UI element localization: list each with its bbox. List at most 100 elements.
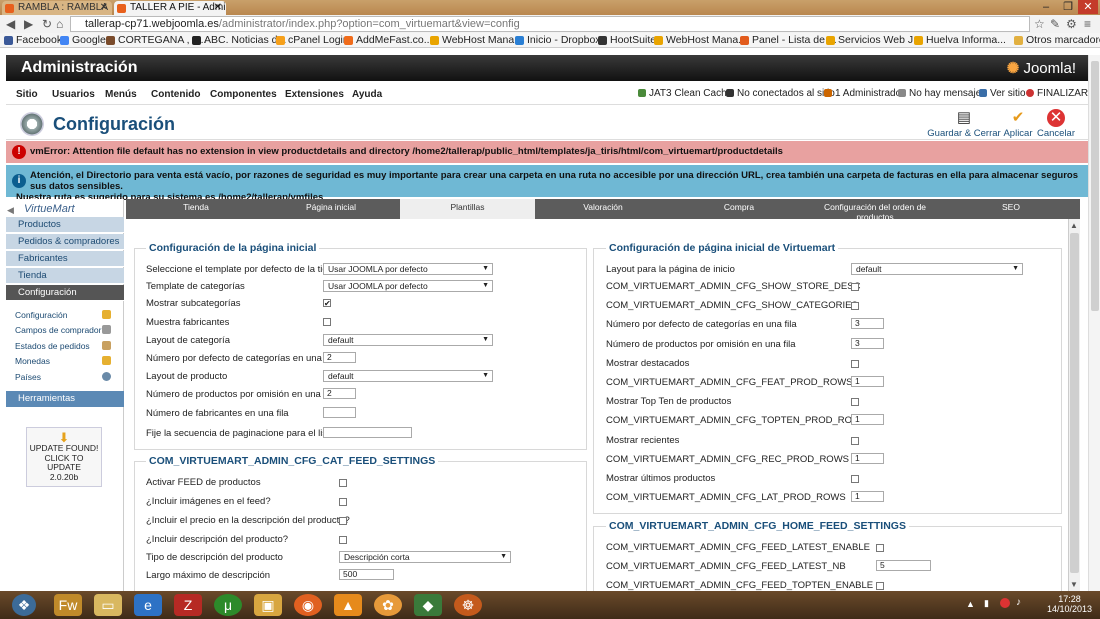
vlc-icon[interactable]: ▲ — [334, 594, 362, 616]
bookmark[interactable]: WebHost Mana... — [430, 34, 523, 47]
collapse-icon[interactable]: ◀ — [7, 205, 14, 216]
messages-link[interactable]: No hay mensajes — [898, 88, 986, 99]
extension-icon[interactable]: ✎ — [1050, 17, 1060, 31]
show-latest-checkbox[interactable] — [851, 475, 859, 483]
fw-app-icon[interactable]: Fw — [54, 594, 82, 616]
app-icon[interactable]: ☸ — [454, 594, 482, 616]
categories-per-row-input[interactable]: 2 — [323, 352, 356, 363]
feed-latest-enable-checkbox[interactable] — [876, 544, 884, 552]
start-button-icon[interactable]: ❖ — [12, 594, 36, 616]
store-template-select[interactable]: Usar JOOMLA por defecto ▼ — [323, 263, 493, 275]
firefox-icon[interactable]: ◉ — [294, 594, 322, 616]
menu-contenido[interactable]: Contenido — [151, 89, 200, 100]
sidebar-item-productos[interactable]: Productos — [6, 217, 124, 233]
clean-cache-link[interactable]: JAT3 Clean Cache — [638, 88, 732, 99]
tab-orden-productos[interactable]: Configuración del orden de productos — [807, 199, 943, 222]
manufacturers-per-row-input[interactable] — [323, 407, 356, 418]
pagination-sequence-input[interactable] — [323, 427, 412, 438]
photo-app-icon[interactable]: ▣ — [254, 594, 282, 616]
sidebar-sub-campos[interactable]: Campos de comprador — [15, 325, 111, 335]
home-categories-per-row-input[interactable]: 3 — [851, 318, 884, 329]
utorrent-icon[interactable]: μ — [214, 594, 242, 616]
update-badge[interactable]: ⬇ UPDATE FOUND! CLICK TO UPDATE 2.0.20b — [26, 427, 102, 487]
minimize-icon[interactable]: – — [1036, 0, 1056, 14]
menu-ayuda[interactable]: Ayuda — [352, 89, 382, 100]
content-scrollbar[interactable]: ▲ ▼ — [1068, 219, 1080, 591]
view-site-link[interactable]: Ver sitio — [979, 88, 1026, 99]
close-window-icon[interactable]: ✕ — [1078, 0, 1098, 14]
close-tab-icon[interactable]: ✕ — [214, 1, 222, 14]
latest-rows-input[interactable]: 1 — [851, 491, 884, 502]
tab-tienda[interactable]: Tienda — [126, 199, 266, 219]
restore-icon[interactable]: ❐ — [1058, 0, 1078, 14]
tab-seo[interactable]: SEO — [943, 199, 1079, 219]
sidebar-sub-configuracion[interactable]: Configuración — [15, 310, 111, 320]
bookmark[interactable]: Servicios Web J... — [826, 34, 922, 47]
bookmark-folder[interactable]: Otros marcadores — [1014, 34, 1100, 47]
logout-link[interactable]: FINALIZAR — [1026, 88, 1088, 99]
bookmark[interactable]: WebHost Mana... — [654, 34, 747, 47]
url-field[interactable]: tallerap-cp71.webjoomla.es/administrator… — [70, 16, 1030, 32]
show-featured-checkbox[interactable] — [851, 360, 859, 368]
bookmark[interactable]: Facebook — [4, 34, 62, 47]
reload-icon[interactable]: ↻ — [42, 17, 52, 31]
topten-rows-input[interactable]: 1 — [851, 414, 884, 425]
feed-latest-nb-input[interactable]: 5 — [876, 560, 931, 571]
product-layout-select[interactable]: default ▼ — [323, 370, 493, 382]
forward-icon[interactable]: ▶ — [24, 17, 33, 31]
menu-icon[interactable]: ≡ — [1084, 17, 1091, 31]
featured-rows-input[interactable]: 1 — [851, 376, 884, 387]
close-tab-icon[interactable]: ✕ — [100, 1, 108, 14]
menu-menus[interactable]: Menús — [105, 89, 137, 100]
feed-price-checkbox[interactable] — [339, 517, 347, 525]
save-close-button[interactable]: ▤ Guardar & Cerrar — [926, 109, 1002, 139]
bookmark[interactable]: ABC. Noticias d... — [192, 34, 286, 47]
scroll-up-icon[interactable]: ▲ — [1070, 221, 1078, 230]
home-icon[interactable]: ⌂ — [56, 17, 63, 31]
sidebar-sub-monedas[interactable]: Monedas — [15, 356, 111, 366]
tab-compra[interactable]: Compra — [671, 199, 807, 219]
back-icon[interactable]: ◀ — [6, 17, 15, 31]
tab-valoracion[interactable]: Valoración — [535, 199, 671, 219]
folder-icon[interactable]: ▭ — [94, 594, 122, 616]
menu-usuarios[interactable]: Usuarios — [52, 89, 95, 100]
bookmark[interactable]: AddMeFast.co... — [344, 34, 432, 47]
show-subcategories-checkbox[interactable]: ✔ — [323, 299, 331, 308]
extension-icon[interactable]: ⚙ — [1066, 17, 1077, 31]
menu-extensiones[interactable]: Extensiones — [285, 89, 344, 100]
feed-topten-enable-checkbox[interactable] — [876, 582, 884, 590]
sidebar-sub-estados[interactable]: Estados de pedidos — [15, 341, 111, 351]
sidebar-item-pedidos[interactable]: Pedidos & compradores — [6, 234, 124, 250]
system-clock[interactable]: 17:28 14/10/2013 — [1047, 594, 1092, 614]
cancel-button[interactable]: ✕ Cancelar — [1036, 109, 1076, 139]
show-topten-checkbox[interactable] — [851, 398, 859, 406]
feed-images-checkbox[interactable] — [339, 498, 347, 506]
recent-rows-input[interactable]: 1 — [851, 453, 884, 464]
bookmark[interactable]: cPanel Login — [276, 34, 349, 47]
feed-enable-checkbox[interactable] — [339, 479, 347, 487]
bookmark[interactable]: Inicio - Dropbox — [515, 34, 601, 47]
bookmark[interactable]: Huelva Informa... — [914, 34, 1006, 47]
page-scrollbar[interactable] — [1088, 55, 1100, 591]
filezilla-icon[interactable]: Z — [174, 594, 202, 616]
tab-plantillas[interactable]: Plantillas — [400, 199, 535, 221]
sidebar-item-configuracion[interactable]: Configuración — [6, 285, 124, 301]
bookmark[interactable]: Google — [60, 34, 106, 47]
sidebar-item-fabricantes[interactable]: Fabricantes — [6, 251, 124, 267]
browser-tab[interactable]: RAMBLA : RAMBLA ✕ — [2, 1, 112, 15]
bookmark[interactable]: HootSuite — [598, 34, 656, 47]
bookmark[interactable]: Panel - Lista de ... — [740, 34, 837, 47]
apply-button[interactable]: ✔ Aplicar — [1000, 109, 1036, 139]
menu-componentes[interactable]: Componentes — [210, 89, 277, 100]
app-icon[interactable]: ◆ — [414, 594, 442, 616]
description-max-length-input[interactable]: 500 — [339, 569, 394, 580]
feed-description-checkbox[interactable] — [339, 536, 347, 544]
home-products-per-row-input[interactable]: 3 — [851, 338, 884, 349]
sidebar-sub-paises[interactable]: Países — [15, 372, 111, 382]
tray-app-icon[interactable] — [1000, 598, 1010, 608]
sidebar-item-tienda[interactable]: Tienda — [6, 268, 124, 284]
volume-icon[interactable]: ♪ — [1016, 597, 1021, 608]
browser-tab-active[interactable]: TALLER A PIE - Admi ✕ — [114, 1, 226, 15]
show-manufacturers-checkbox[interactable] — [323, 318, 331, 326]
scrollbar-thumb[interactable] — [1091, 61, 1099, 311]
